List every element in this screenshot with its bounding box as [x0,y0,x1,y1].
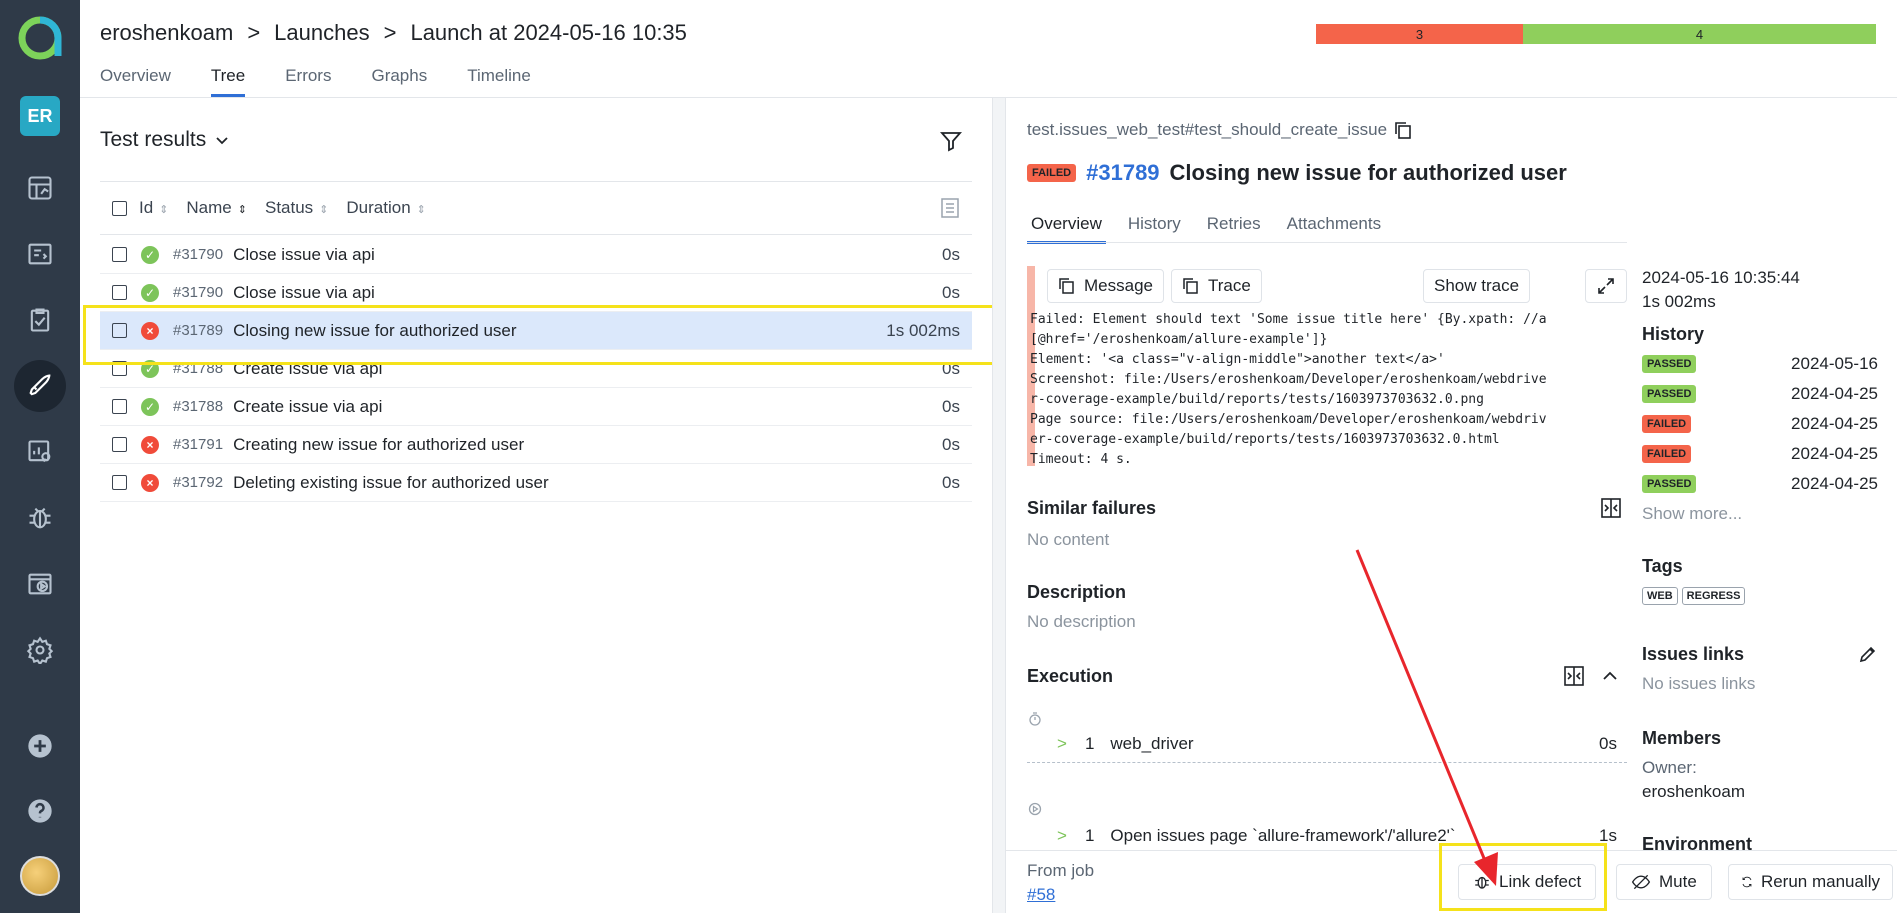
annotation-arrow-icon [1355,549,1498,886]
